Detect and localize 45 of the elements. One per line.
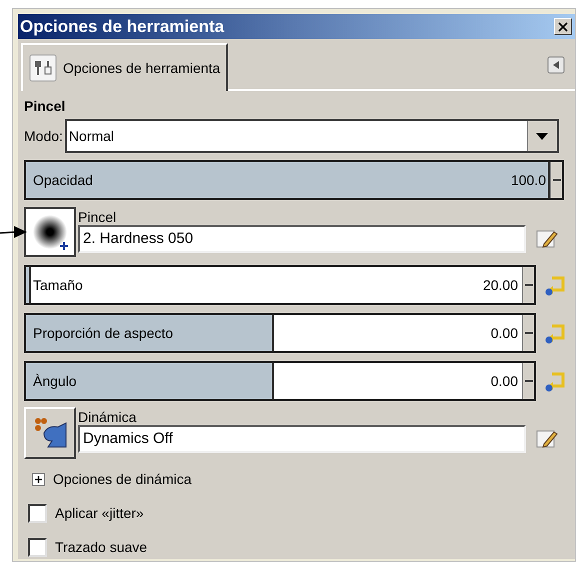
checkbox[interactable] (28, 504, 47, 523)
checkbox-label: Trazado suave (55, 538, 148, 557)
close-button[interactable] (554, 18, 572, 35)
edit-icon[interactable] (536, 229, 558, 249)
slider[interactable]: Tamaño 20.00 (24, 265, 536, 305)
field-label: Dinámica (78, 409, 138, 425)
slider-label: Àngulo (32, 372, 77, 391)
mode-label: Modo: (24, 126, 63, 146)
slider[interactable]: Àngulo 0.00 (24, 361, 536, 401)
slider[interactable]: Proporción de aspecto 0.00 (24, 313, 536, 353)
window-title: Opciones de herramienta (20, 16, 224, 38)
mode-dropdown[interactable]: Normal (64, 119, 559, 153)
expander-toggle[interactable] (32, 473, 45, 486)
slider-label: Opacidad (32, 170, 93, 190)
plus-icon (34, 475, 43, 484)
edit-icon[interactable] (536, 429, 558, 449)
brush-button[interactable] (24, 207, 76, 257)
collapse-icon[interactable] (547, 56, 565, 74)
reset-icon[interactable] (544, 370, 566, 392)
tab[interactable]: Opciones de herramienta (21, 43, 228, 91)
dropdown-arrow-icon (536, 132, 548, 140)
tool-options-icon (29, 54, 57, 82)
text-field[interactable]: 2. Hardness 050 (78, 225, 526, 253)
reset-icon[interactable] (544, 274, 566, 296)
slider-value: 20.00 (482, 276, 519, 294)
checkbox[interactable] (28, 538, 47, 557)
spin-handle[interactable] (522, 363, 534, 399)
spin-handle[interactable] (550, 162, 562, 198)
slider[interactable]: Opacidad 100.0 (24, 160, 564, 200)
pointer-arrow (0, 224, 28, 240)
checkbox-label: Aplicar «jitter» (55, 504, 144, 523)
spin-handle[interactable] (522, 267, 534, 303)
reset-icon[interactable] (544, 322, 566, 344)
expander-label[interactable]: Opciones de dinámica (53, 469, 192, 490)
section-title: Pincel (24, 97, 66, 116)
slider-label: Proporción de aspecto (32, 324, 174, 343)
slider-value: 100.0 (510, 170, 547, 190)
dynamics-button[interactable] (24, 407, 76, 459)
slider-value: 0.00 (490, 324, 519, 342)
slider-value: 0.00 (490, 372, 519, 390)
slider-label: Tamaño (32, 276, 83, 294)
close-icon (558, 22, 568, 32)
spin-handle[interactable] (522, 315, 534, 351)
field-label: Pincel (78, 209, 118, 225)
text-field[interactable]: Dynamics Off (78, 425, 526, 453)
